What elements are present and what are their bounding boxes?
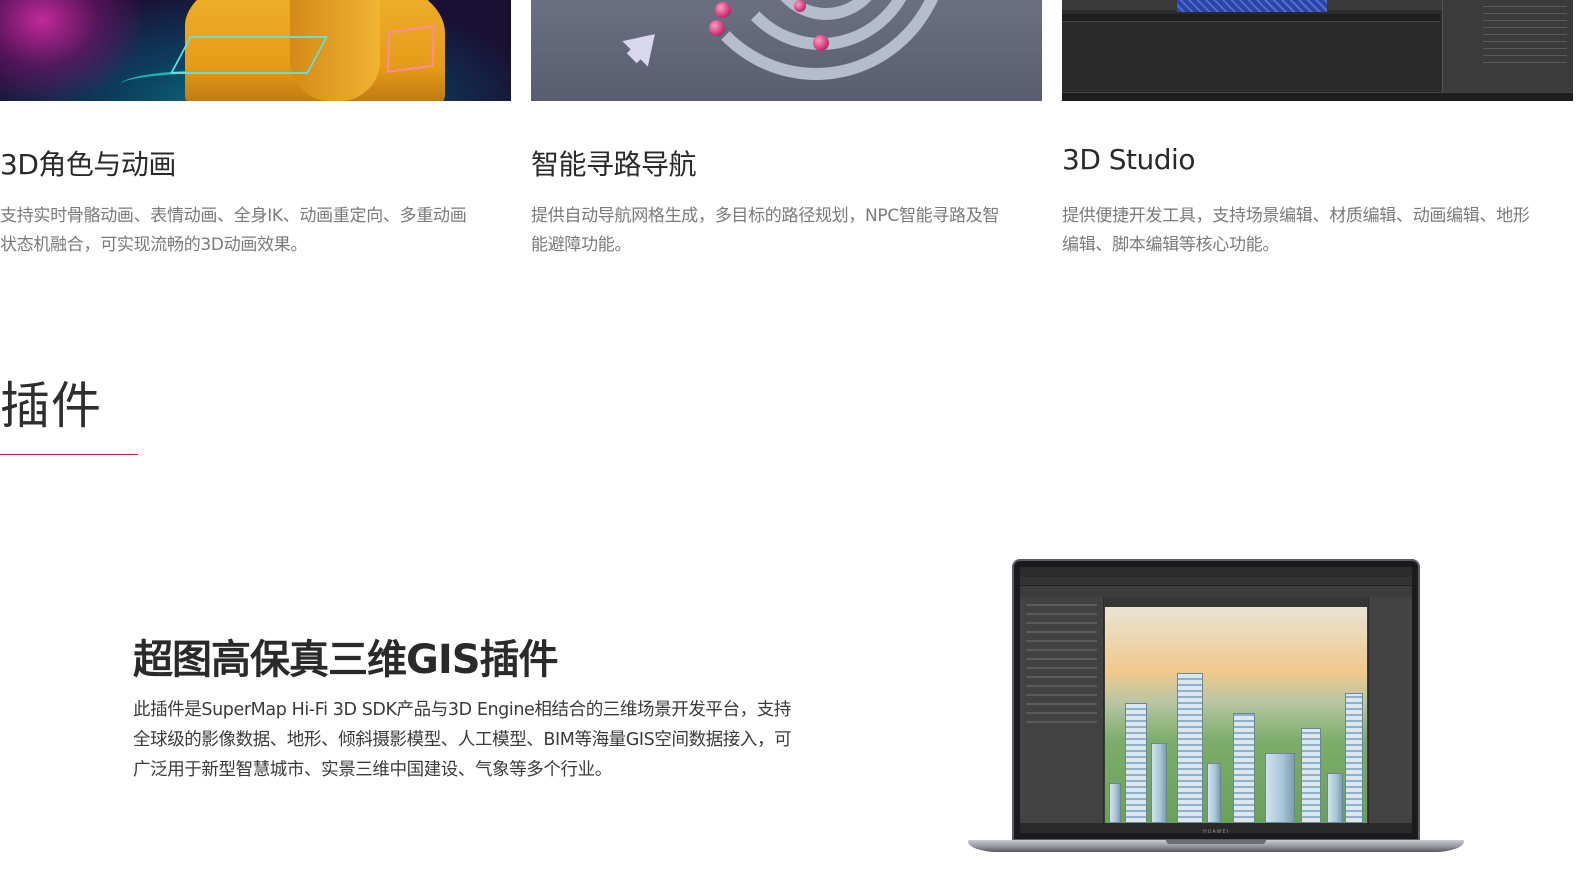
plugin-title: 超图高保真三维GIS插件: [133, 637, 559, 683]
laptop-brand-logo: HUAWEI: [1203, 829, 1230, 835]
pathfinding-navigation-image: [531, 0, 1042, 101]
feature-description: 提供便捷开发工具，支持场景编辑、材质编辑、动画编辑、地形编辑、脚本编辑等核心功能…: [1062, 206, 1530, 255]
plugin-description: 此插件是SuperMap Hi-Fi 3D SDK产品与3D Engine相结合…: [133, 700, 792, 780]
3d-character-animation-image: [0, 0, 511, 101]
feature-title: 3D角色与动画: [0, 148, 176, 181]
section-title-underline: [0, 454, 138, 455]
feature-title: 3D Studio: [1062, 143, 1195, 176]
laptop-gis-screenshot-image: HUAWEI: [968, 556, 1464, 856]
3d-studio-screenshot-image: [1062, 0, 1573, 101]
laptop-screen: [1020, 567, 1412, 833]
feature-description: 提供自动导航网格生成，多目标的路径规划，NPC智能寻路及智能避障功能。: [531, 206, 1000, 255]
3d-city-scene: [1105, 607, 1367, 823]
section-title-plugins: 插件: [0, 377, 102, 435]
feature-title: 智能寻路导航: [531, 148, 697, 181]
feature-description: 支持实时骨骼动画、表情动画、全身IK、动画重定向、多重动画状态机融合，可实现流畅…: [0, 206, 467, 255]
